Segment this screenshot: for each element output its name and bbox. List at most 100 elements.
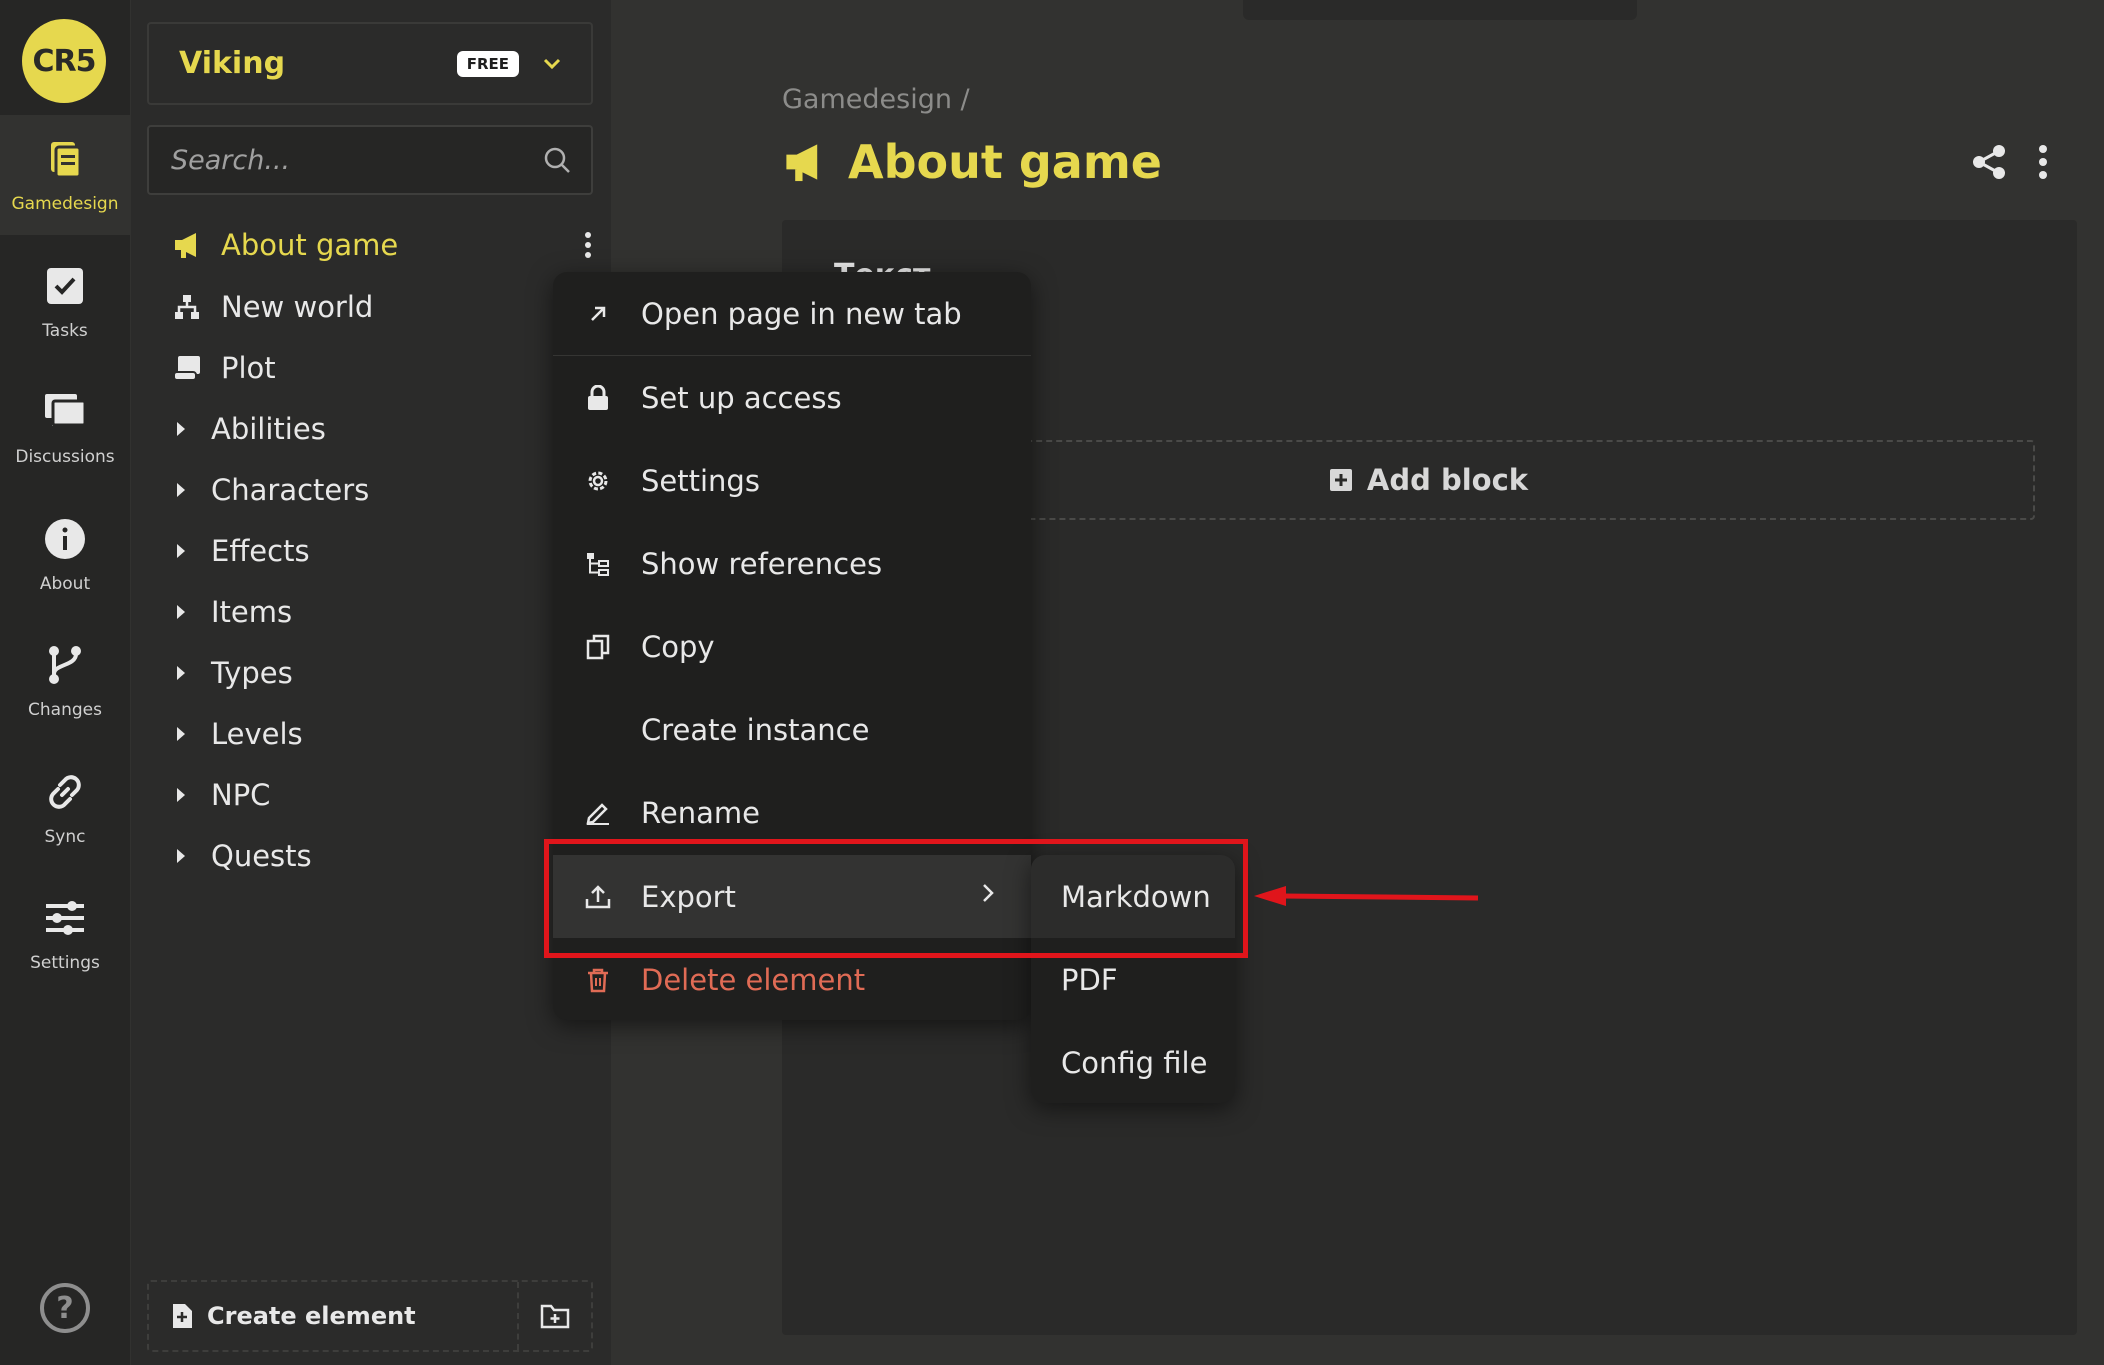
rail-item-tasks[interactable]: Tasks (0, 242, 130, 362)
tree-item-new-world[interactable]: New world (147, 279, 593, 335)
tree-item-label: NPC (211, 778, 271, 812)
tree-item-abilities[interactable]: Abilities (147, 401, 593, 457)
rail-item-gamedesign[interactable]: Gamedesign (0, 115, 130, 235)
rail-item-settings[interactable]: Settings (0, 874, 130, 994)
more-vertical-icon[interactable] (583, 230, 593, 260)
menu-item-delete-element[interactable]: Delete element (553, 938, 1031, 1020)
tree-item-plot[interactable]: Plot (147, 340, 593, 396)
tree-item-npc[interactable]: NPC (147, 767, 593, 823)
chevron-down-icon (543, 58, 561, 69)
branch-icon (49, 646, 81, 684)
context-menu: Open page in new tab Set up access Setti… (553, 272, 1031, 1020)
tree-item-quests[interactable]: Quests (147, 828, 593, 884)
sitemap-icon (167, 293, 207, 321)
create-folder-button[interactable] (517, 1282, 591, 1350)
new-folder-icon (540, 1304, 570, 1329)
tree-item-label: About game (221, 228, 399, 262)
menu-item-set-up-access[interactable]: Set up access (553, 356, 1031, 439)
rail-item-discussions[interactable]: Discussions (0, 368, 130, 488)
info-icon (45, 519, 85, 559)
tree-item-about-game[interactable]: About game (147, 217, 593, 273)
share-icon[interactable] (1972, 144, 2006, 180)
project-name: Viking (179, 46, 286, 81)
plus-square-icon (1329, 469, 1352, 491)
tree-icon (575, 551, 621, 577)
megaphone-icon (786, 144, 818, 182)
help-button[interactable]: ? (40, 1283, 90, 1333)
export-submenu: Markdown PDF Config file (1031, 855, 1235, 1103)
search-input[interactable] (169, 143, 543, 177)
menu-item-settings[interactable]: Settings (553, 439, 1031, 522)
create-element-bar: Create element (147, 1280, 593, 1352)
menu-item-rename[interactable]: Rename (553, 771, 1031, 854)
chevron-right-icon (983, 884, 994, 902)
page-title-row: About game (782, 135, 1162, 189)
checkbox-icon (47, 268, 83, 304)
rail-item-changes[interactable]: Changes (0, 621, 130, 741)
project-switcher[interactable]: Viking FREE (147, 22, 593, 105)
pencil-icon (575, 800, 621, 826)
tree-item-label: Effects (211, 534, 310, 568)
rail-item-label: Changes (28, 700, 102, 720)
menu-item-label: Copy (641, 629, 715, 664)
app-logo[interactable]: CR5 (22, 19, 106, 103)
new-file-icon (173, 1304, 192, 1328)
megaphone-icon (167, 231, 207, 259)
caret-right-icon[interactable] (169, 543, 193, 559)
rail-item-label: About (39, 574, 91, 594)
scroll-icon (167, 354, 207, 382)
rail-item-label: Sync (44, 827, 86, 847)
menu-item-label: Set up access (641, 380, 842, 415)
lock-icon (575, 384, 621, 411)
caret-right-icon[interactable] (169, 604, 193, 620)
tree-item-effects[interactable]: Effects (147, 523, 593, 579)
more-vertical-icon[interactable] (2038, 144, 2048, 180)
tree-item-label: Types (211, 656, 293, 690)
chat-icon (45, 394, 87, 427)
tree-item-label: Levels (211, 717, 303, 751)
create-element-button[interactable]: Create element (149, 1282, 517, 1350)
rail-item-label: Tasks (42, 321, 88, 341)
rail-item-about[interactable]: About (0, 495, 130, 615)
menu-item-label: Create instance (641, 712, 870, 747)
rail-item-label: Settings (30, 953, 100, 973)
submenu-item-config-file[interactable]: Config file (1031, 1021, 1235, 1104)
menu-item-open-new-tab[interactable]: Open page in new tab (553, 272, 1031, 355)
tree-item-label: Characters (211, 473, 370, 507)
menu-item-export[interactable]: Export (553, 855, 1031, 938)
menu-item-show-references[interactable]: Show references (553, 522, 1031, 605)
caret-right-icon[interactable] (169, 665, 193, 681)
submenu-item-markdown[interactable]: Markdown (1031, 855, 1235, 938)
caret-right-icon[interactable] (169, 787, 193, 803)
submenu-item-pdf[interactable]: PDF (1031, 938, 1235, 1021)
caret-right-icon[interactable] (169, 726, 193, 742)
document-icon (51, 142, 82, 179)
tree-item-label: Plot (221, 351, 276, 385)
top-tabs-strip (1243, 0, 1637, 20)
create-element-label: Create element (207, 1302, 416, 1330)
app-rail: CR5 Gamedesign Tasks Discussions About C… (0, 0, 130, 1365)
breadcrumb[interactable]: Gamedesign / (782, 84, 970, 115)
menu-item-label: Export (641, 879, 736, 914)
tree-item-characters[interactable]: Characters (147, 462, 593, 518)
caret-right-icon[interactable] (169, 421, 193, 437)
tree-item-items[interactable]: Items (147, 584, 593, 640)
search-box (147, 125, 593, 195)
menu-item-label: Show references (641, 546, 883, 581)
tree-item-types[interactable]: Types (147, 645, 593, 701)
rail-item-label: Discussions (15, 447, 115, 467)
gear-icon (575, 468, 621, 494)
link-icon (49, 775, 81, 809)
tree-item-label: Abilities (211, 412, 326, 446)
menu-item-create-instance[interactable]: Create instance (553, 688, 1031, 771)
upload-icon (575, 884, 621, 910)
rail-item-sync[interactable]: Sync (0, 748, 130, 868)
menu-item-label: Delete element (641, 962, 866, 997)
search-icon[interactable] (543, 146, 571, 174)
menu-item-label: Settings (641, 463, 760, 498)
trash-icon (575, 967, 621, 993)
caret-right-icon[interactable] (169, 482, 193, 498)
menu-item-copy[interactable]: Copy (553, 605, 1031, 688)
tree-item-levels[interactable]: Levels (147, 706, 593, 762)
caret-right-icon[interactable] (169, 848, 193, 864)
